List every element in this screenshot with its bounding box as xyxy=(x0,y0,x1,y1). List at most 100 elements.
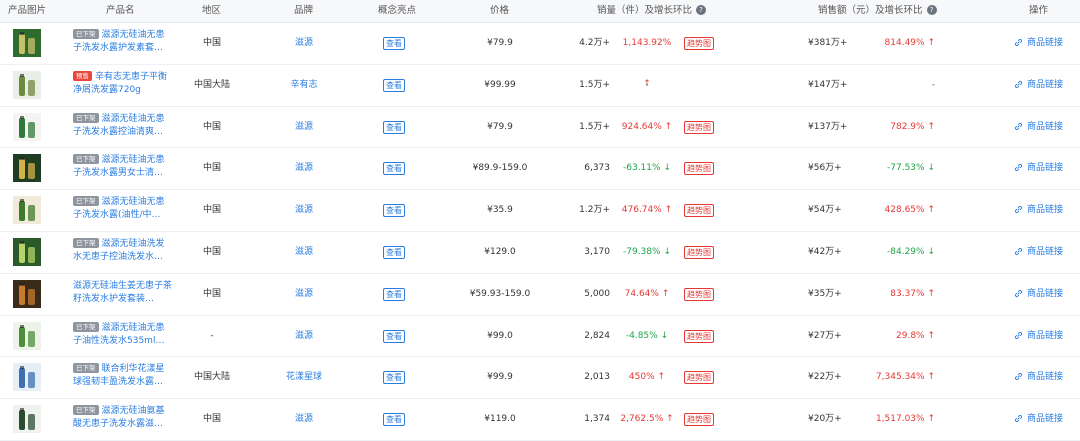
arrow-up-icon: ↑ xyxy=(924,330,935,341)
product-name[interactable]: 已下架 滋源无硅油无患子洗发水露控油清爽… xyxy=(73,112,173,139)
product-link[interactable]: 商品链接 xyxy=(1014,399,1063,440)
sales-growth-value: -4.85% xyxy=(625,330,658,341)
trend-chart-button[interactable]: 趋势图 xyxy=(684,413,714,427)
product-name[interactable]: 已下架 联合利华花漾星球强韧丰盈洗发水露… xyxy=(73,363,173,389)
product-link[interactable]: 商品链接 xyxy=(1014,65,1063,106)
product-link-label[interactable]: 商品链接 xyxy=(1027,80,1063,90)
brand-link[interactable]: 滋源 xyxy=(262,232,346,273)
product-link[interactable]: 商品链接 xyxy=(1014,190,1063,231)
trend-chart-button[interactable]: 趋势图 xyxy=(684,245,714,259)
product-link[interactable]: 商品链接 xyxy=(1014,357,1063,398)
brand-link[interactable]: 滋源 xyxy=(262,190,346,231)
brand-link[interactable]: 辛有志 xyxy=(262,65,346,106)
concept-view-button[interactable]: 查看 xyxy=(383,371,405,385)
product-link-label[interactable]: 商品链接 xyxy=(1027,289,1063,299)
revenue-growth: 29.8% ↑ xyxy=(896,316,935,357)
revenue-growth: 83.37% ↑ xyxy=(890,274,935,315)
product-image[interactable] xyxy=(13,237,41,266)
brand-link[interactable]: 花漾星球 xyxy=(262,357,346,398)
product-link[interactable]: 商品链接 xyxy=(1014,148,1063,189)
concept-view-button[interactable]: 查看 xyxy=(383,329,405,343)
col-header-action: 操作 xyxy=(1029,5,1049,16)
concept-view-button[interactable]: 查看 xyxy=(383,162,405,176)
product-image[interactable] xyxy=(13,154,41,183)
product-link-label[interactable]: 商品链接 xyxy=(1027,414,1063,424)
product-image[interactable] xyxy=(13,70,41,99)
region: - xyxy=(210,330,214,341)
brand-link[interactable]: 滋源 xyxy=(262,399,346,440)
product-link[interactable]: 商品链接 xyxy=(1014,23,1063,64)
product-image[interactable] xyxy=(13,112,41,141)
product-link-label[interactable]: 商品链接 xyxy=(1027,331,1063,341)
product-image[interactable] xyxy=(13,321,41,350)
product-link[interactable]: 商品链接 xyxy=(1014,274,1063,315)
sales-growth-value: 450% xyxy=(628,372,655,383)
product-link[interactable]: 商品链接 xyxy=(1014,232,1063,273)
product-image[interactable] xyxy=(13,405,41,434)
product-name[interactable]: 已下架 滋源无硅油无患子油性洗发水535ml… xyxy=(73,321,173,348)
trend-chart-button[interactable]: 趋势图 xyxy=(684,120,714,134)
product-link-label[interactable]: 商品链接 xyxy=(1027,372,1063,382)
brand-link[interactable]: 滋源 xyxy=(262,148,346,189)
product-link-label[interactable]: 商品链接 xyxy=(1027,205,1063,215)
product-name[interactable]: 已下架 滋源无硅油无患子洗发水露男女士清… xyxy=(73,154,173,180)
concept-view-button[interactable]: 查看 xyxy=(383,245,405,259)
sales-growth-value: 2,762.5% xyxy=(620,414,664,425)
brand-link[interactable]: 滋源 xyxy=(262,316,346,357)
concept-view-button[interactable]: 查看 xyxy=(383,413,405,427)
trend-chart-button[interactable]: 趋势图 xyxy=(684,204,714,218)
product-image[interactable] xyxy=(13,279,41,308)
sales-growth: -4.85% ↓ xyxy=(618,316,676,357)
product-name[interactable]: 已下架 滋源无硅油洗发水无患子控油洗发水… xyxy=(73,237,173,264)
product-name[interactable]: 滋源无硅油生姜无患子茶籽洗发水护发套装… xyxy=(73,280,173,306)
product-name[interactable]: 已下架 滋源无硅油无患子洗发水露护发素套… xyxy=(73,29,173,55)
concept-view-button[interactable]: 查看 xyxy=(383,120,405,134)
product-link-label[interactable]: 商品链接 xyxy=(1027,38,1063,48)
arrow-down-icon: ↓ xyxy=(924,163,935,174)
product-image[interactable] xyxy=(13,363,41,392)
trend-chart-button[interactable]: 趋势图 xyxy=(684,162,714,176)
product-link[interactable]: 商品链接 xyxy=(1014,316,1063,357)
revenue-growth-value: 7,345.34% xyxy=(875,372,925,383)
arrow-up-icon: ↑ xyxy=(924,121,935,132)
product-image[interactable] xyxy=(13,29,41,57)
region: 中国 xyxy=(202,163,221,174)
sales-growth: 74.64% ↑ xyxy=(618,274,676,315)
revenue-growth: 428.65% ↑ xyxy=(885,190,935,231)
concept-view-button[interactable]: 查看 xyxy=(383,287,405,301)
concept-view-button[interactable]: 查看 xyxy=(383,204,405,218)
help-icon[interactable]: ? xyxy=(696,5,707,15)
price: ¥89.9-159.0 xyxy=(472,163,528,174)
product-link-label[interactable]: 商品链接 xyxy=(1027,122,1063,132)
brand-link[interactable]: 滋源 xyxy=(262,274,346,315)
trend-chart-button[interactable]: 趋势图 xyxy=(684,329,714,343)
col-header-revenue-label: 销售额（元）及增长环比 xyxy=(818,5,923,16)
product-image[interactable] xyxy=(13,196,41,225)
sales-growth: -63.11% ↓ xyxy=(618,148,676,189)
brand-link[interactable]: 滋源 xyxy=(262,23,346,64)
sales-count: 2,824 xyxy=(584,330,610,341)
revenue: ¥381万+ xyxy=(808,38,848,48)
trend-chart-button[interactable]: 趋势图 xyxy=(684,287,714,301)
help-icon[interactable]: ? xyxy=(926,5,937,15)
product-link-label[interactable]: 商品链接 xyxy=(1027,163,1063,173)
product-link-label[interactable]: 商品链接 xyxy=(1027,247,1063,257)
price: ¥35.9 xyxy=(487,205,513,216)
concept-view-button[interactable]: 查看 xyxy=(383,37,405,50)
arrow-up-icon: ↑ xyxy=(663,414,674,425)
status-badge: 已下架 xyxy=(73,196,99,207)
col-header-revenue: 销售额（元）及增长环比? xyxy=(818,0,937,22)
product-name[interactable]: 已下架 滋源无硅油氨基酸无患子洗发水露滋… xyxy=(73,405,173,431)
brand-link[interactable]: 滋源 xyxy=(262,107,346,148)
status-badge: 已下架 xyxy=(73,154,99,165)
product-name[interactable]: 已下架 滋源无硅油无患子洗发水露(油性/中… xyxy=(73,196,173,222)
trend-chart-button[interactable]: 趋势图 xyxy=(684,371,714,385)
product-link[interactable]: 商品链接 xyxy=(1014,107,1063,148)
trend-chart-button[interactable]: 趋势图 xyxy=(684,37,714,50)
price: ¥129.0 xyxy=(484,246,516,257)
concept-view-button[interactable]: 查看 xyxy=(383,78,405,92)
link-icon xyxy=(1014,331,1023,339)
product-name[interactable]: 预售 辛有志无患子平衡净屑洗发露720g xyxy=(73,70,173,97)
status-badge: 已下架 xyxy=(73,363,99,374)
product-name-text[interactable]: 滋源无硅油生姜无患子茶籽洗发水护发套装… xyxy=(73,281,172,304)
